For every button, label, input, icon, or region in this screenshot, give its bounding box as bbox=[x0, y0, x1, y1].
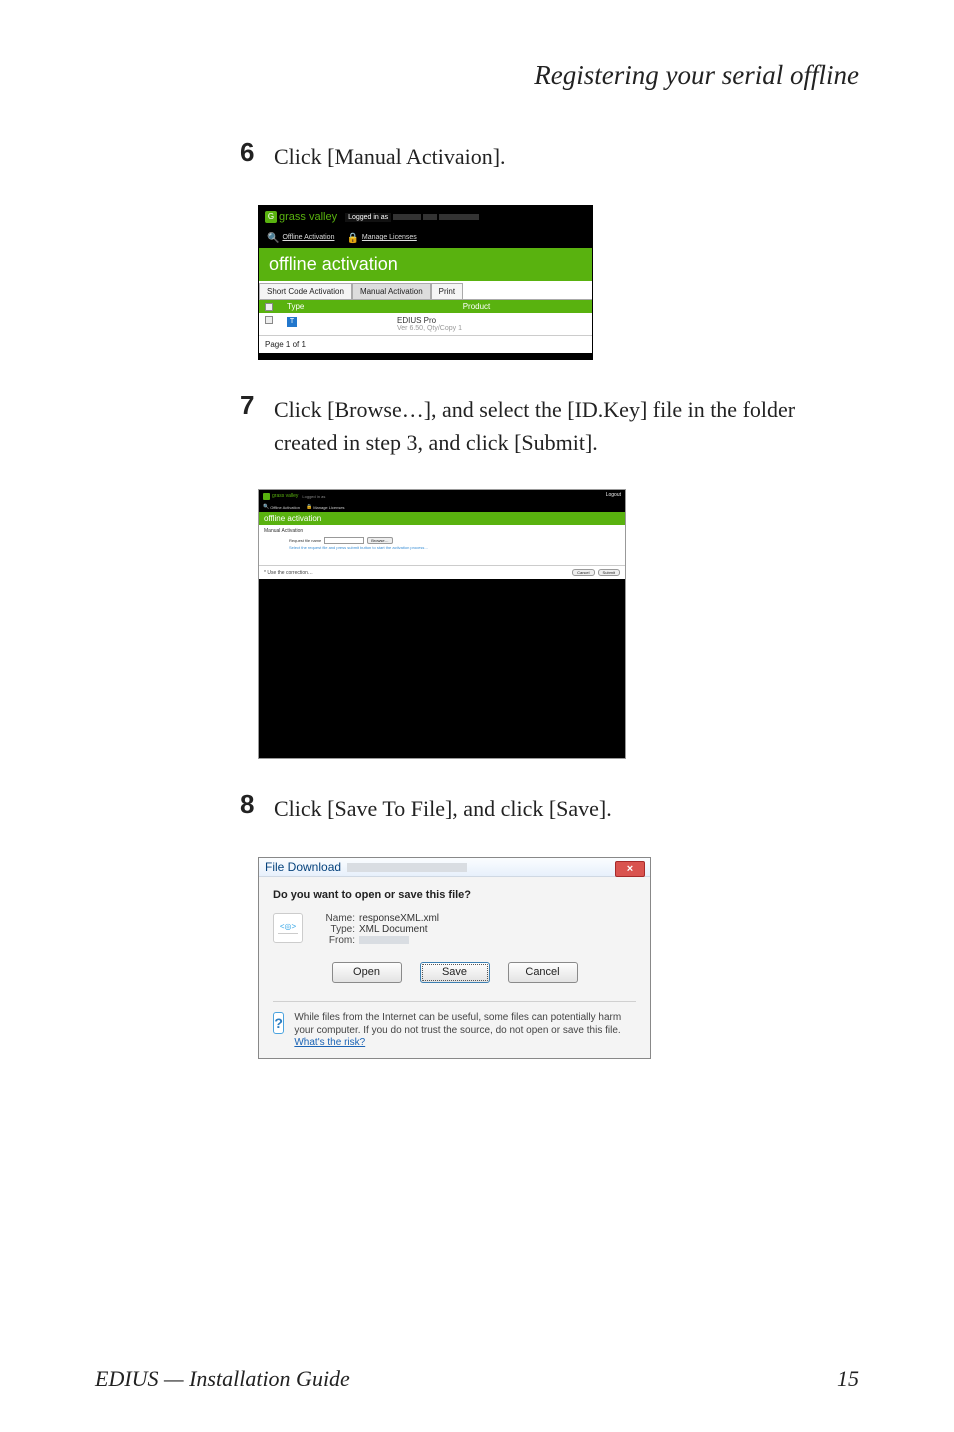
file-meta: Name: responseXML.xml Type: XML Document F… bbox=[313, 913, 439, 946]
type-label: Type: bbox=[313, 924, 355, 935]
save-button[interactable]: Save bbox=[420, 962, 490, 983]
submit-button[interactable]: Submit bbox=[598, 569, 620, 576]
hint-text: Select the request file and press submit… bbox=[289, 545, 620, 550]
nav-offline-label: Offline Activation bbox=[270, 505, 300, 510]
product-detail: Ver 6.50, Qty/Copy 1 bbox=[397, 325, 586, 332]
tab-manual-activation[interactable]: Manual Activation bbox=[352, 283, 431, 299]
page-number: 15 bbox=[837, 1366, 859, 1392]
nav-manage-licenses[interactable]: 🔒 Manage Licenses bbox=[306, 504, 345, 510]
step-text: Click [Browse…], and select the [ID.Key]… bbox=[274, 390, 859, 459]
redacted-text bbox=[439, 214, 479, 220]
request-file-label: Request file name bbox=[289, 538, 321, 543]
logo-mark-icon: G bbox=[265, 211, 277, 223]
lock-icon: 🔒 bbox=[306, 504, 312, 510]
page-banner: offline activation bbox=[259, 248, 592, 281]
from-label: From: bbox=[313, 935, 355, 946]
col-type: Type bbox=[287, 302, 367, 311]
bottom-bar bbox=[259, 353, 592, 359]
redacted-text bbox=[423, 214, 437, 220]
redacted-text bbox=[393, 214, 421, 220]
nav-manage-label: Manage Licenses bbox=[313, 505, 344, 510]
footer-doc-title: EDIUS — Installation Guide bbox=[95, 1366, 350, 1392]
cancel-button[interactable]: Cancel bbox=[572, 569, 594, 576]
nav-bar: 🔍 Offline Activation 🔒 Manage Licenses bbox=[259, 502, 625, 512]
request-file-input[interactable] bbox=[324, 537, 364, 544]
screenshot-offline-activation-manual: grass valley Logged in as Logout 🔍 Offli… bbox=[258, 489, 626, 759]
app-header: G grass valley Logged in as bbox=[259, 206, 592, 228]
table-row[interactable]: T EDIUS Pro Ver 6.50, Qty/Copy 1 bbox=[259, 313, 592, 335]
warning-body: While files from the Internet can be use… bbox=[294, 1012, 621, 1036]
dialog-buttons: Open Save Cancel bbox=[273, 962, 636, 983]
app-logo: G grass valley bbox=[265, 211, 337, 223]
footer-note: * Use the correction… bbox=[264, 570, 313, 576]
warning-text: While files from the Internet can be use… bbox=[294, 1012, 636, 1050]
screenshot-file-download-dialog: File Download × Do you want to open or s… bbox=[258, 857, 651, 1059]
lock-icon: 🔒 bbox=[346, 233, 358, 244]
close-button[interactable]: × bbox=[615, 861, 645, 877]
xml-file-icon: <◎> bbox=[273, 913, 303, 943]
form-footer: * Use the correction… Cancel Submit bbox=[259, 565, 625, 579]
tab-row: Short Code Activation Manual Activation … bbox=[259, 281, 592, 300]
nav-manage-label: Manage Licenses bbox=[362, 234, 417, 242]
section-title: Registering your serial offline bbox=[95, 60, 859, 91]
table-header: Type Product bbox=[259, 300, 592, 313]
whats-the-risk-link[interactable]: What's the risk? bbox=[294, 1037, 365, 1048]
nav-bar: 🔍 Offline Activation 🔒 Manage Licenses bbox=[259, 228, 592, 248]
page-banner: offline activation bbox=[259, 512, 625, 525]
step-7: 7 Click [Browse…], and select the [ID.Ke… bbox=[240, 390, 859, 459]
page-footer: EDIUS — Installation Guide 15 bbox=[95, 1366, 859, 1392]
dialog-warning: ? While files from the Internet can be u… bbox=[273, 1001, 636, 1050]
nav-offline-label: Offline Activation bbox=[282, 234, 334, 242]
help-shield-icon: ? bbox=[273, 1012, 284, 1034]
logged-in-as-label: Logged in as bbox=[302, 494, 325, 499]
tab-short-code-activation[interactable]: Short Code Activation bbox=[259, 283, 352, 299]
step-text: Click [Save To File], and click [Save]. bbox=[274, 789, 612, 825]
name-label: Name: bbox=[313, 913, 355, 924]
dialog-titlebar: File Download × bbox=[259, 858, 650, 877]
screenshot-offline-activation-list: G grass valley Logged in as 🔍 Offline Ac… bbox=[258, 205, 593, 360]
logout-link[interactable]: Logout bbox=[606, 492, 621, 498]
tab-print[interactable]: Print bbox=[431, 283, 463, 299]
brand-text: grass valley bbox=[272, 493, 298, 499]
col-checkbox[interactable] bbox=[265, 302, 287, 311]
pagination: Page 1 of 1 bbox=[259, 335, 592, 353]
redacted-text bbox=[359, 936, 409, 944]
row-type: T bbox=[287, 316, 367, 332]
step-8: 8 Click [Save To File], and click [Save]… bbox=[240, 789, 859, 825]
product-name: EDIUS Pro bbox=[397, 316, 586, 325]
browse-button[interactable]: Browse… bbox=[367, 537, 392, 544]
dialog-title: File Download bbox=[265, 860, 341, 874]
magnifier-icon: 🔍 bbox=[267, 233, 279, 244]
file-type: XML Document bbox=[359, 924, 428, 935]
form-subtitle: Manual Activation bbox=[264, 528, 620, 534]
nav-offline-activation[interactable]: 🔍 Offline Activation bbox=[263, 504, 300, 510]
cancel-button[interactable]: Cancel bbox=[508, 962, 578, 983]
logged-in-as-label: Logged in as bbox=[345, 213, 391, 222]
brand-text: grass valley bbox=[279, 211, 337, 223]
step-6: 6 Click [Manual Activaion]. bbox=[240, 137, 859, 173]
step-number: 7 bbox=[240, 390, 258, 459]
step-number: 6 bbox=[240, 137, 258, 173]
row-checkbox[interactable] bbox=[265, 316, 287, 332]
nav-manage-licenses[interactable]: 🔒 Manage Licenses bbox=[346, 233, 416, 244]
step-text: Click [Manual Activaion]. bbox=[274, 137, 506, 173]
redacted-text bbox=[347, 863, 467, 872]
manual-activation-form: Manual Activation Request file name Brow… bbox=[259, 525, 625, 565]
app-header: grass valley Logged in as Logout bbox=[259, 490, 625, 502]
magnifier-icon: 🔍 bbox=[263, 504, 269, 510]
file-name: responseXML.xml bbox=[359, 913, 439, 924]
nav-offline-activation[interactable]: 🔍 Offline Activation bbox=[267, 233, 334, 244]
col-product: Product bbox=[367, 302, 586, 311]
open-button[interactable]: Open bbox=[332, 962, 402, 983]
dialog-question: Do you want to open or save this file? bbox=[273, 889, 636, 901]
step-number: 8 bbox=[240, 789, 258, 825]
logo-mark-icon bbox=[263, 493, 270, 500]
row-product: EDIUS Pro Ver 6.50, Qty/Copy 1 bbox=[367, 316, 586, 332]
